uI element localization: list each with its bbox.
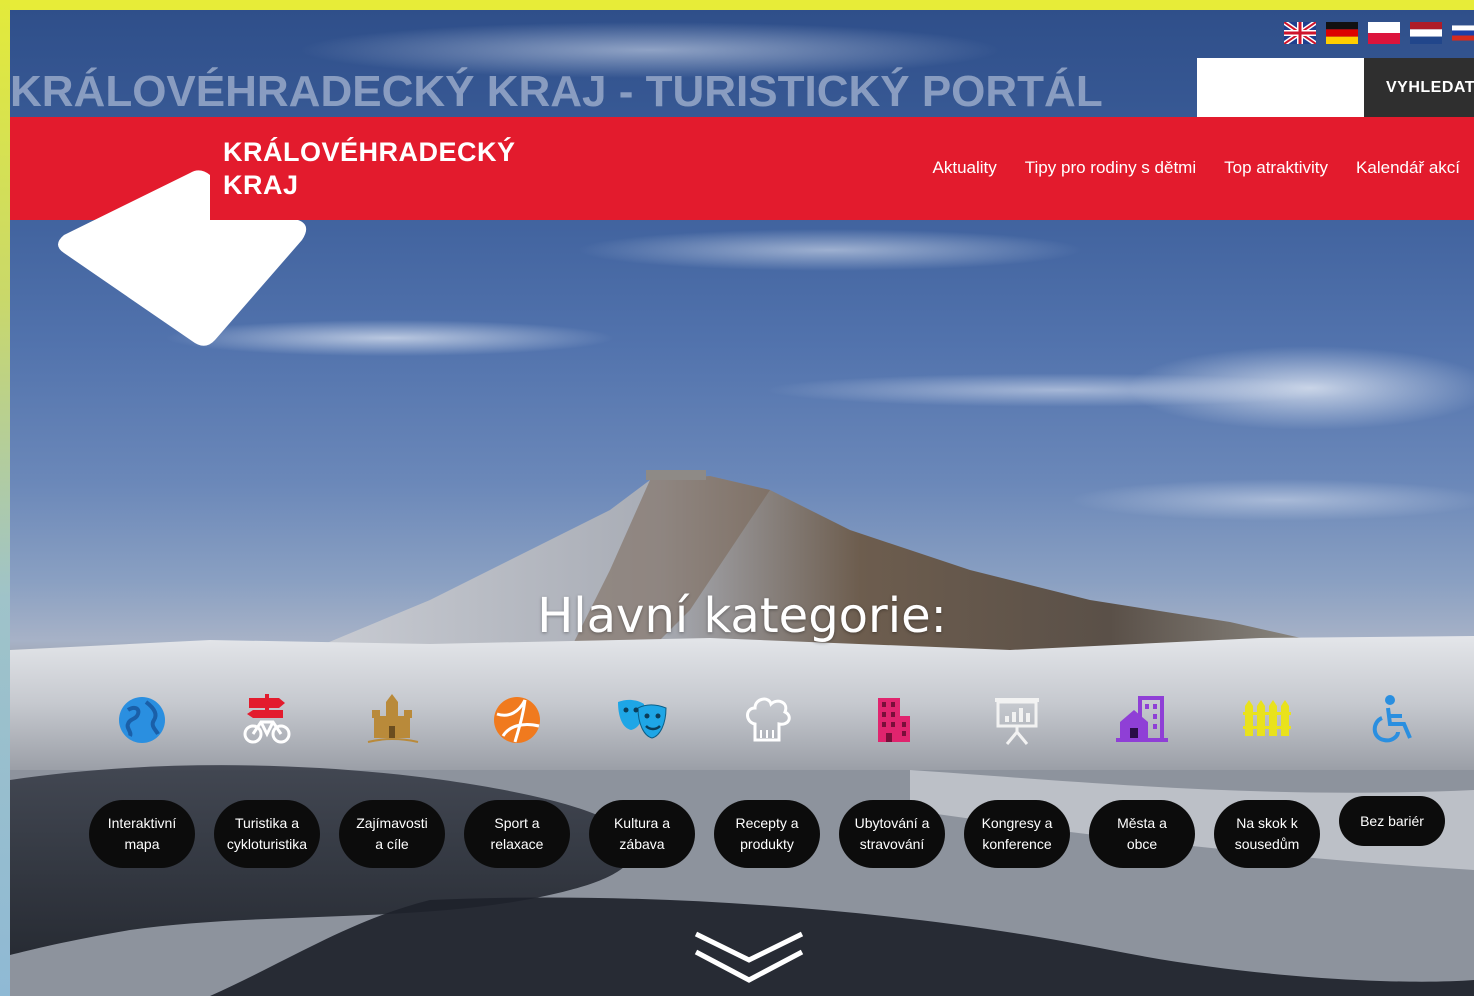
category-label[interactable]: Interaktivní mapa [89,800,195,868]
fence-icon[interactable] [1239,692,1295,748]
search-input[interactable] [1197,58,1364,117]
category-label[interactable]: Města a obce [1089,800,1195,868]
nav-item-tipy-pro-rodiny[interactable]: Tipy pro rodiny s dětmi [1025,158,1196,178]
flag-ru-icon[interactable] [1452,22,1474,44]
category-label[interactable]: Sport a relaxace [464,800,570,868]
castle-icon[interactable] [364,692,420,748]
brand-line-2: KRAJ [223,170,299,200]
portal-title: KRÁLOVÉHRADECKÝ KRAJ - TURISTICKÝ PORTÁL [10,67,1103,116]
flag-uk-icon[interactable] [1284,22,1316,44]
presentation-board-icon[interactable] [989,692,1045,748]
main-heading: Hlavní kategorie: [537,588,947,644]
chef-hat-icon[interactable] [739,692,795,748]
search-button[interactable]: VYHLEDAT [1364,58,1474,117]
flag-nl-icon[interactable] [1410,22,1442,44]
bicycle-signpost-icon[interactable] [239,692,295,748]
hero-background: KRÁLOVÉHRADECKÝ KRAJ KRÁLOVÉHRADECKÝ KRA… [10,10,1474,996]
main-navigation: Aktuality Tipy pro rodiny s dětmi Top at… [933,158,1460,178]
nav-item-top-atraktivity[interactable]: Top atraktivity [1224,158,1328,178]
page-frame-left [0,0,10,996]
language-switcher [1284,22,1474,44]
category-label[interactable]: Kongresy a konference [964,800,1070,868]
flag-de-icon[interactable] [1326,22,1358,44]
category-label[interactable]: Recepty a produkty [714,800,820,868]
brand-line-1: KRÁLOVÉHRADECKÝ [223,137,516,167]
wheelchair-icon[interactable] [1364,692,1420,748]
category-label[interactable]: Bez bariér [1339,796,1445,846]
globe-icon[interactable] [114,692,170,748]
theater-masks-icon[interactable] [614,692,670,748]
page-frame-top [0,0,1474,10]
flag-pl-icon[interactable] [1368,22,1400,44]
category-label[interactable]: Ubytování a stravování [839,800,945,868]
brand-name[interactable]: KRÁLOVÉHRADECKÝ KRAJ [223,136,516,202]
ball-icon[interactable] [489,692,545,748]
town-icon[interactable] [1114,692,1170,748]
nav-item-kalendar-akci[interactable]: Kalendář akcí [1356,158,1460,178]
category-label[interactable]: Turistika a cykloturistika [214,800,320,868]
hotel-icon[interactable] [864,692,920,748]
category-label[interactable]: Zajímavosti a cíle [339,800,445,868]
category-label[interactable]: Kultura a zábava [589,800,695,868]
scroll-down-chevron-icon[interactable] [692,930,806,986]
nav-item-aktuality[interactable]: Aktuality [933,158,997,178]
category-label[interactable]: Na skok k sousedům [1214,800,1320,868]
